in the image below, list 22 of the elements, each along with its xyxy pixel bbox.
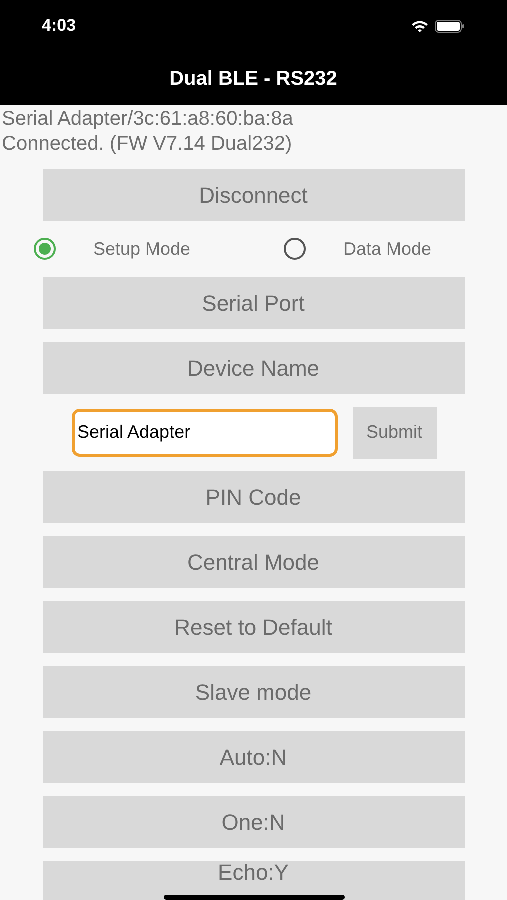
wifi-icon <box>411 20 429 32</box>
radio-label: Setup Mode <box>94 238 191 261</box>
radio-button[interactable] <box>34 238 56 260</box>
radio-label: Data Mode <box>344 238 432 260</box>
device-address: Serial Adapter/3c:61:a8:60:ba:8a <box>2 107 294 132</box>
menu-button[interactable]: PIN Code <box>42 471 464 523</box>
menu-button[interactable]: Serial Port <box>42 277 464 329</box>
menu-button[interactable]: Auto:N <box>42 731 464 783</box>
menu-button[interactable]: Device Name <box>42 342 464 394</box>
disconnect-button[interactable]: Disconnect <box>42 169 464 221</box>
menu-button[interactable]: One:N <box>42 796 464 848</box>
menu-button[interactable]: Echo:Y <box>42 861 464 900</box>
menu-button[interactable]: Reset to Default <box>42 601 464 653</box>
menu-button[interactable]: Central Mode <box>42 536 464 588</box>
device-name-field[interactable]: Serial Adapter <box>72 408 338 456</box>
menu-button[interactable]: Slave mode <box>42 666 464 718</box>
battery-icon <box>435 20 465 32</box>
connection-status: Connected. (FW V7.14 Dual232) <box>2 132 292 157</box>
submit-button[interactable]: Submit <box>352 406 436 458</box>
status-time: 4:03 <box>42 15 76 38</box>
app-title: Dual BLE - RS232 <box>170 66 338 92</box>
radio-button[interactable] <box>284 238 306 260</box>
